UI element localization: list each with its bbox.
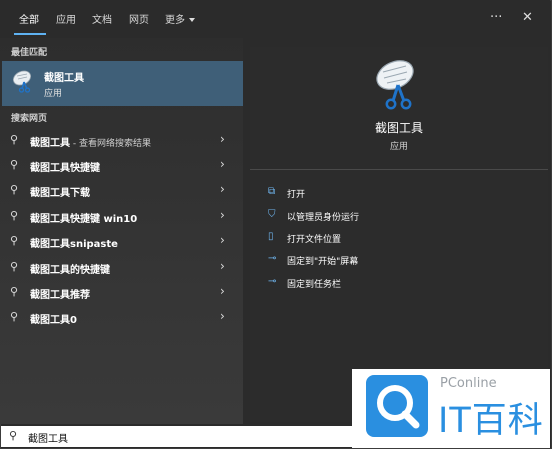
tab-more-label: 更多 xyxy=(165,15,185,26)
web-result-row[interactable]: ⚲ 截图工具snipaste › xyxy=(2,229,243,254)
chevron-right-icon: › xyxy=(220,208,225,222)
search-icon: ⚲ xyxy=(10,158,19,171)
web-search-heading: 搜索网页 xyxy=(11,114,48,124)
search-icon: ⚲ xyxy=(10,133,19,146)
search-icon: ⚲ xyxy=(10,234,19,247)
web-result-text: 截图工具下载 xyxy=(30,184,90,199)
search-icon: ⚲ xyxy=(10,183,19,196)
action-label: 以管理员身份运行 xyxy=(287,213,360,223)
detail-app-subtitle: 应用 xyxy=(389,142,408,152)
active-tab-indicator xyxy=(14,33,46,35)
admin-shield-icon: ⛉ xyxy=(268,209,276,220)
web-result-text: 截图工具的快捷键 xyxy=(30,261,110,276)
top-bar: 全部 应用 文档 网页 更多 ··· ✕ xyxy=(0,0,550,38)
chevron-right-icon: › xyxy=(220,259,225,273)
web-result-row[interactable]: ⚲ 截图工具 - 查看网络搜索结果 › xyxy=(2,128,243,153)
tab-documents[interactable]: 文档 xyxy=(92,11,112,26)
web-result-row[interactable]: ⚲ 截图工具推荐 › xyxy=(2,280,243,305)
pin-icon: ⊸ xyxy=(268,276,277,287)
watermark-name: IT百科 xyxy=(438,401,544,441)
action-open-file-location[interactable]: ▯ 打开文件位置 xyxy=(268,230,528,248)
divider xyxy=(250,169,548,170)
detail-panel: 截图工具 应用 ⧉ 打开 ⛉ 以管理员身份运行 ▯ 打开文件位置 ⊸ 固定到"开… xyxy=(250,47,548,422)
action-label: 打开文件位置 xyxy=(287,235,342,245)
snipping-tool-icon xyxy=(376,60,414,110)
web-result-query: 截图工具快捷键 xyxy=(30,163,100,174)
pconline-watermark: PConline IT百科 xyxy=(352,369,550,448)
web-result-row[interactable]: ⚲ 截图工具快捷键 › xyxy=(2,153,243,178)
tab-more[interactable]: 更多 xyxy=(165,11,195,26)
web-result-text: 截图工具snipaste xyxy=(30,235,118,250)
action-label: 固定到任务栏 xyxy=(287,280,342,290)
search-icon: ⚲ xyxy=(10,209,19,222)
pconline-logo-icon xyxy=(366,375,428,437)
action-label: 打开 xyxy=(287,190,306,200)
web-result-query: 截图工具的快捷键 xyxy=(30,265,110,276)
action-open[interactable]: ⧉ 打开 xyxy=(268,185,528,203)
best-match-item[interactable]: 截图工具 应用 xyxy=(2,61,243,106)
web-result-text: 截图工具推荐 xyxy=(30,286,90,301)
web-result-query: 截图工具下载 xyxy=(30,188,90,199)
open-icon: ⧉ xyxy=(268,186,276,197)
more-icon[interactable]: ··· xyxy=(490,10,502,25)
best-match-title: 截图工具 xyxy=(44,73,84,84)
web-result-text: 截图工具 - 查看网络搜索结果 xyxy=(30,134,151,149)
action-run-as-admin[interactable]: ⛉ 以管理员身份运行 xyxy=(268,208,528,226)
search-icon: ⚲ xyxy=(9,429,18,442)
web-result-query: 截图工具 xyxy=(30,138,70,149)
action-label: 固定到"开始"屏幕 xyxy=(287,257,359,267)
web-result-query: 截图工具推荐 xyxy=(30,290,90,301)
tab-all[interactable]: 全部 xyxy=(19,11,39,26)
tab-web[interactable]: 网页 xyxy=(129,11,149,26)
search-input[interactable]: 截图工具 xyxy=(28,430,68,445)
chevron-right-icon: › xyxy=(220,284,225,298)
close-icon[interactable]: ✕ xyxy=(522,10,533,25)
search-icon: ⚲ xyxy=(10,260,19,273)
search-icon: ⚲ xyxy=(10,285,19,298)
chevron-right-icon: › xyxy=(220,309,225,323)
web-result-query: 截图工具0 xyxy=(30,315,77,326)
web-result-text: 截图工具快捷键 xyxy=(30,159,100,174)
action-pin-to-start[interactable]: ⊸ 固定到"开始"屏幕 xyxy=(268,252,528,270)
chevron-right-icon: › xyxy=(220,182,225,196)
web-result-hint: - 查看网络搜索结果 xyxy=(70,139,151,149)
folder-icon: ▯ xyxy=(268,231,274,242)
chevron-right-icon: › xyxy=(220,157,225,171)
search-box[interactable]: ⚲ 截图工具 xyxy=(1,426,353,447)
web-result-query: 截图工具快捷键 win10 xyxy=(30,214,138,225)
pin-icon: ⊸ xyxy=(268,253,277,264)
search-icon: ⚲ xyxy=(10,310,19,323)
web-result-text: 截图工具快捷键 win10 xyxy=(30,210,137,225)
tab-apps[interactable]: 应用 xyxy=(56,11,76,26)
web-result-row[interactable]: ⚲ 截图工具0 › xyxy=(2,305,243,330)
best-match-heading: 最佳匹配 xyxy=(11,48,48,58)
snipping-tool-icon xyxy=(12,70,32,93)
chevron-down-icon xyxy=(189,18,195,22)
web-result-text: 截图工具0 xyxy=(30,311,77,326)
action-pin-to-taskbar[interactable]: ⊸ 固定到任务栏 xyxy=(268,275,528,293)
web-result-query: 截图工具snipaste xyxy=(30,239,118,250)
web-result-row[interactable]: ⚲ 截图工具的快捷键 › xyxy=(2,255,243,280)
watermark-brand: PConline xyxy=(440,376,497,391)
web-result-row[interactable]: ⚲ 截图工具下载 › xyxy=(2,178,243,203)
chevron-right-icon: › xyxy=(220,132,225,146)
chevron-right-icon: › xyxy=(220,233,225,247)
web-result-row[interactable]: ⚲ 截图工具快捷键 win10 › xyxy=(2,204,243,229)
detail-app-title: 截图工具 xyxy=(374,121,423,135)
best-match-subtitle: 应用 xyxy=(44,89,63,99)
